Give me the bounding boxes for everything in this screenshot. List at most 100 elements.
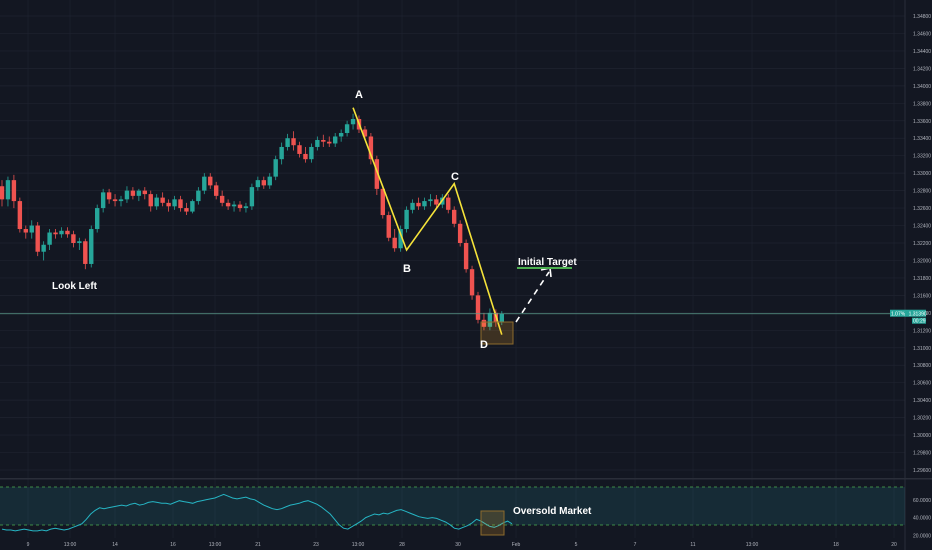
last-price-value: 1.31390	[909, 312, 927, 318]
candle-body	[392, 237, 397, 249]
candle-body	[65, 230, 70, 235]
candle-body	[475, 295, 481, 320]
label-c: C	[451, 171, 459, 183]
candle-body	[404, 209, 409, 230]
price-tick-label: 1.34600	[913, 31, 931, 37]
time-tick-label: 7	[634, 542, 637, 548]
price-tick-label: 1.33000	[913, 171, 931, 177]
time-tick-label: 13:00	[64, 542, 77, 548]
candle-body	[124, 190, 130, 200]
label-d: D	[480, 339, 488, 351]
price-tick-label: 1.29800	[913, 451, 931, 457]
price-tick-label: 1.29600	[913, 468, 931, 474]
candle-body	[148, 194, 153, 207]
time-tick-label: 23	[313, 542, 319, 548]
candle-body	[29, 225, 34, 233]
candle-body	[41, 244, 46, 252]
price-tick-label: 1.31600	[913, 293, 931, 299]
candle-body	[321, 139, 326, 142]
price-tick-label: 1.31200	[913, 328, 931, 334]
rsi-tick-label: 20.0000	[913, 533, 931, 539]
candle-body	[344, 124, 350, 133]
candle-body	[214, 185, 219, 196]
candle-body	[219, 195, 225, 203]
candle-body	[273, 159, 278, 177]
look-left-label: Look Left	[52, 281, 98, 292]
candle-body	[452, 209, 457, 224]
price-tick-label: 1.34200	[913, 66, 931, 72]
time-tick-label: Feb	[512, 542, 521, 548]
candle-body	[100, 192, 106, 209]
candle-body	[154, 197, 159, 207]
candle-body	[237, 204, 243, 209]
candle-body	[59, 230, 64, 235]
candle-body	[297, 145, 302, 154]
candle-body	[309, 146, 314, 160]
price-tick-label: 1.31000	[913, 346, 931, 352]
candle-body	[499, 313, 504, 322]
candle-body	[261, 180, 266, 186]
candle-body	[71, 234, 76, 243]
time-tick-label: 13:00	[352, 542, 365, 548]
time-tick-label: 14	[112, 542, 118, 548]
candle-body	[17, 201, 23, 230]
candle-body	[386, 215, 391, 238]
candle-body	[77, 241, 82, 243]
candle-body	[130, 190, 136, 196]
price-tick-label: 1.34400	[913, 49, 931, 55]
price-tick-label: 1.30000	[913, 433, 931, 439]
price-tick-label: 1.30600	[913, 381, 931, 387]
price-tick-label: 1.34000	[913, 84, 931, 90]
candle-body	[350, 119, 356, 125]
candle-body	[35, 225, 40, 252]
candle-body	[410, 202, 415, 210]
candle-body	[463, 243, 469, 270]
time-tick-label: 13:00	[746, 542, 759, 548]
candle-body	[303, 153, 308, 160]
candle-body	[208, 176, 213, 186]
rsi-tick-label: 60.0000	[913, 498, 931, 504]
candle-body	[23, 229, 28, 233]
candle-body	[0, 186, 5, 200]
candle-body	[178, 199, 183, 209]
last-price-tag-text: 1.07% 1.31390	[891, 312, 927, 318]
label-a: A	[355, 89, 363, 101]
price-tick-label: 1.32400	[913, 224, 931, 230]
time-tick-label: 5	[575, 542, 578, 548]
candle-body	[327, 141, 332, 144]
candle-body	[267, 176, 272, 186]
candle-body	[315, 139, 320, 147]
price-tick-label: 1.33400	[913, 136, 931, 142]
candle-body	[95, 208, 100, 230]
candle-body	[190, 201, 195, 212]
candle-body	[106, 192, 112, 200]
price-tick-label: 1.33200	[913, 154, 931, 160]
price-tick-label: 1.33800	[913, 101, 931, 107]
time-tick-label: 21	[255, 542, 261, 548]
candle-body	[434, 199, 439, 205]
rsi-background-band	[0, 487, 905, 525]
chart-background	[0, 0, 932, 550]
candle-body	[446, 197, 451, 210]
price-chart[interactable]: 1.34800 1.34600 1.34400 1.34200 1.34000 1.338…	[0, 0, 932, 550]
candle-body	[202, 176, 207, 191]
candle-body	[184, 208, 189, 212]
candle-body	[5, 180, 11, 200]
price-tick-label: 1.32600	[913, 206, 931, 212]
price-tick-label: 1.30200	[913, 416, 931, 422]
candle-body	[11, 180, 17, 202]
time-tick-label: 16	[170, 542, 176, 548]
candle-body	[279, 146, 284, 160]
candle-body	[89, 229, 94, 264]
candle-body	[142, 190, 147, 195]
price-tick-label: 1.32800	[913, 189, 931, 195]
oversold-market-label: Oversold Market	[513, 506, 592, 517]
price-tick-label: 1.33600	[913, 119, 931, 125]
price-tick-label: 1.32000	[913, 258, 931, 264]
candle-body	[172, 199, 177, 207]
price-tick-label: 1.30800	[913, 363, 931, 369]
rsi-tick-label: 40.0000	[913, 516, 931, 522]
candle-body	[428, 199, 433, 202]
countdown-tag-text: 00:29	[913, 319, 926, 325]
candle-body	[118, 199, 124, 202]
